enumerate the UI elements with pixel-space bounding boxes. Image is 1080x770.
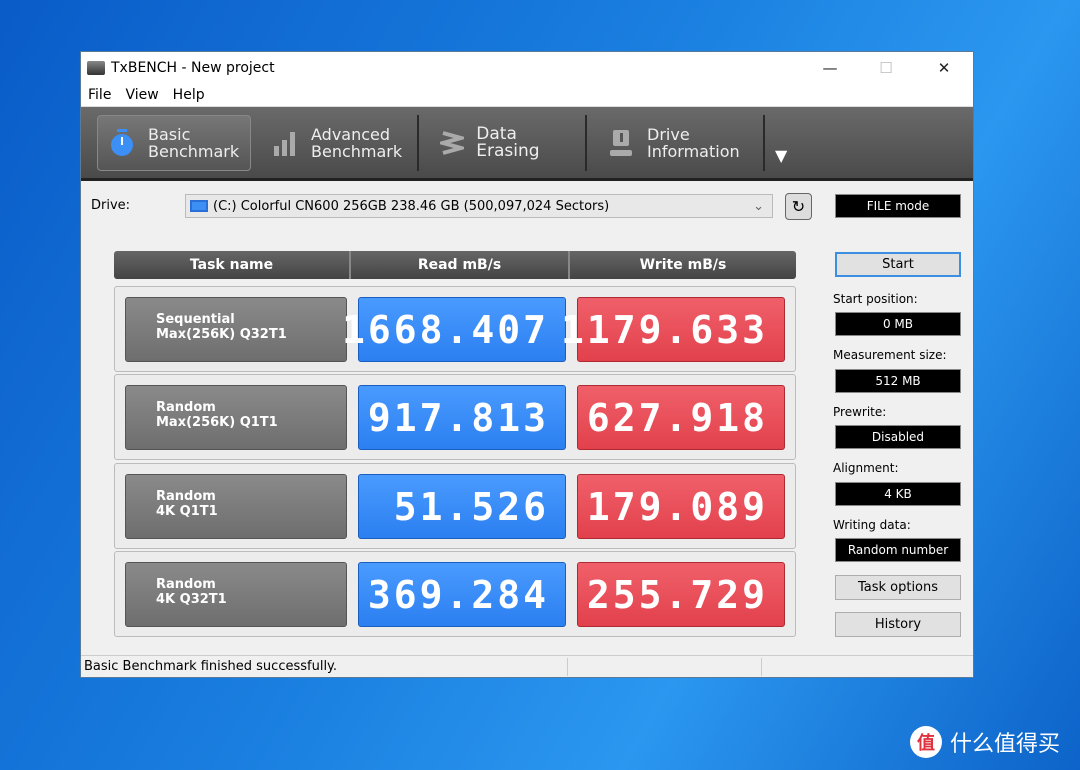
header-task-name: Task name xyxy=(114,251,351,279)
menu-bar: File View Help xyxy=(81,83,973,107)
bar-chart-icon xyxy=(271,128,299,158)
refresh-icon: ↻ xyxy=(791,197,806,216)
menu-help[interactable]: Help xyxy=(166,87,212,103)
tab-basic-benchmark[interactable]: Basic Benchmark xyxy=(97,114,251,171)
watermark: 值 什么值得买 xyxy=(910,726,1060,758)
watermark-logo: 值 xyxy=(910,726,942,758)
writing-data-label: Writing data: xyxy=(833,518,911,532)
read-value: 917.813 xyxy=(358,385,566,450)
menu-view[interactable]: View xyxy=(118,87,165,103)
start-position-label: Start position: xyxy=(833,292,918,306)
start-position-field[interactable]: 0 MB xyxy=(835,312,961,336)
minimize-button[interactable]: — xyxy=(807,52,853,83)
task-name-button[interactable]: Random 4K Q32T1 xyxy=(125,562,347,627)
task-name-button[interactable]: Sequential Max(256K) Q32T1 xyxy=(125,297,347,362)
app-window: TxBENCH - New project — ☐ ✕ File View He… xyxy=(80,51,974,678)
alignment-field[interactable]: 4 KB xyxy=(835,482,961,506)
drive-select[interactable]: (C:) Colorful CN600 256GB 238.46 GB (500… xyxy=(185,194,773,218)
task-line1: Random xyxy=(156,400,216,415)
history-button[interactable]: History xyxy=(835,612,961,637)
stopwatch-icon xyxy=(108,128,136,158)
title-bar: TxBENCH - New project — ☐ ✕ xyxy=(81,52,973,83)
tab-advanced-benchmark[interactable]: Advanced Benchmark xyxy=(261,114,419,171)
table-header: Task name Read mB/s Write mB/s xyxy=(114,251,796,279)
write-value: 627.918 xyxy=(577,385,785,450)
maximize-button[interactable]: ☐ xyxy=(863,52,909,83)
read-value: 51.526 xyxy=(358,474,566,539)
read-value: 1668.407 xyxy=(342,297,566,362)
task-line1: Random xyxy=(156,489,216,504)
start-button[interactable]: Start xyxy=(835,252,961,277)
menu-file[interactable]: File xyxy=(81,87,118,103)
refresh-button[interactable]: ↻ xyxy=(785,193,812,220)
task-options-button[interactable]: Task options xyxy=(835,575,961,600)
chevron-down-icon: ⌄ xyxy=(753,198,764,214)
writing-data-field[interactable]: Random number xyxy=(835,538,961,562)
status-bar: Basic Benchmark finished successfully. xyxy=(81,655,973,677)
mode-indicator: FILE mode xyxy=(835,194,961,218)
drive-icon xyxy=(190,200,208,212)
eraser-icon xyxy=(439,128,464,158)
drive-value: (C:) Colorful CN600 256GB 238.46 GB (500… xyxy=(213,198,610,214)
task-line2: Max(256K) Q1T1 xyxy=(156,415,278,430)
table-row: Random 4K Q32T1 369.284 255.729 xyxy=(114,551,796,637)
task-line2: Max(256K) Q32T1 xyxy=(156,327,287,342)
write-value: 255.729 xyxy=(577,562,785,627)
task-line2: 4K Q1T1 xyxy=(156,504,218,519)
read-value: 369.284 xyxy=(358,562,566,627)
tab-label: Benchmark xyxy=(148,141,240,161)
tab-drive-information[interactable]: Drive Information xyxy=(597,114,765,171)
header-write: Write mB/s xyxy=(639,257,727,273)
write-value: 1179.633 xyxy=(561,297,785,362)
status-divider xyxy=(761,658,762,676)
toolbar: Basic Benchmark Advanced Benchmark Data Er… xyxy=(81,107,973,181)
tab-data-erasing[interactable]: Data Erasing xyxy=(429,114,587,171)
measurement-size-field[interactable]: 512 MB xyxy=(835,369,961,393)
table-row: Random 4K Q1T1 51.526 179.089 xyxy=(114,463,796,549)
status-text: Basic Benchmark finished successfully. xyxy=(84,659,338,674)
write-value: 179.089 xyxy=(577,474,785,539)
table-row: Random Max(256K) Q1T1 917.813 627.918 xyxy=(114,374,796,460)
header-read: Read mB/s xyxy=(351,251,570,279)
watermark-text: 什么值得买 xyxy=(950,732,1061,757)
task-line2: 4K Q32T1 xyxy=(156,592,227,607)
close-button[interactable]: ✕ xyxy=(921,52,967,83)
app-icon xyxy=(87,60,105,75)
drive-label: Drive: xyxy=(91,198,131,213)
prewrite-field[interactable]: Disabled xyxy=(835,425,961,449)
measurement-size-label: Measurement size: xyxy=(833,348,947,362)
task-line1: Sequential xyxy=(156,312,235,327)
alignment-label: Alignment: xyxy=(833,461,899,475)
drive-info-icon xyxy=(607,128,635,158)
table-row: Sequential Max(256K) Q32T1 1668.407 1179.… xyxy=(114,286,796,372)
tab-label: Drive xyxy=(647,124,690,144)
tab-label: Benchmark xyxy=(311,141,403,161)
task-name-button[interactable]: Random 4K Q1T1 xyxy=(125,474,347,539)
toolbar-more-button[interactable]: ▼ xyxy=(775,146,787,165)
tab-label: Information xyxy=(647,141,740,161)
status-divider xyxy=(567,658,568,676)
tab-label: Basic xyxy=(148,124,191,144)
tab-label: Advanced xyxy=(311,124,391,144)
prewrite-label: Prewrite: xyxy=(833,405,887,419)
window-title: TxBENCH - New project xyxy=(111,59,275,76)
task-name-button[interactable]: Random Max(256K) Q1T1 xyxy=(125,385,347,450)
tab-label: Data Erasing xyxy=(476,123,540,161)
task-line1: Random xyxy=(156,577,216,592)
